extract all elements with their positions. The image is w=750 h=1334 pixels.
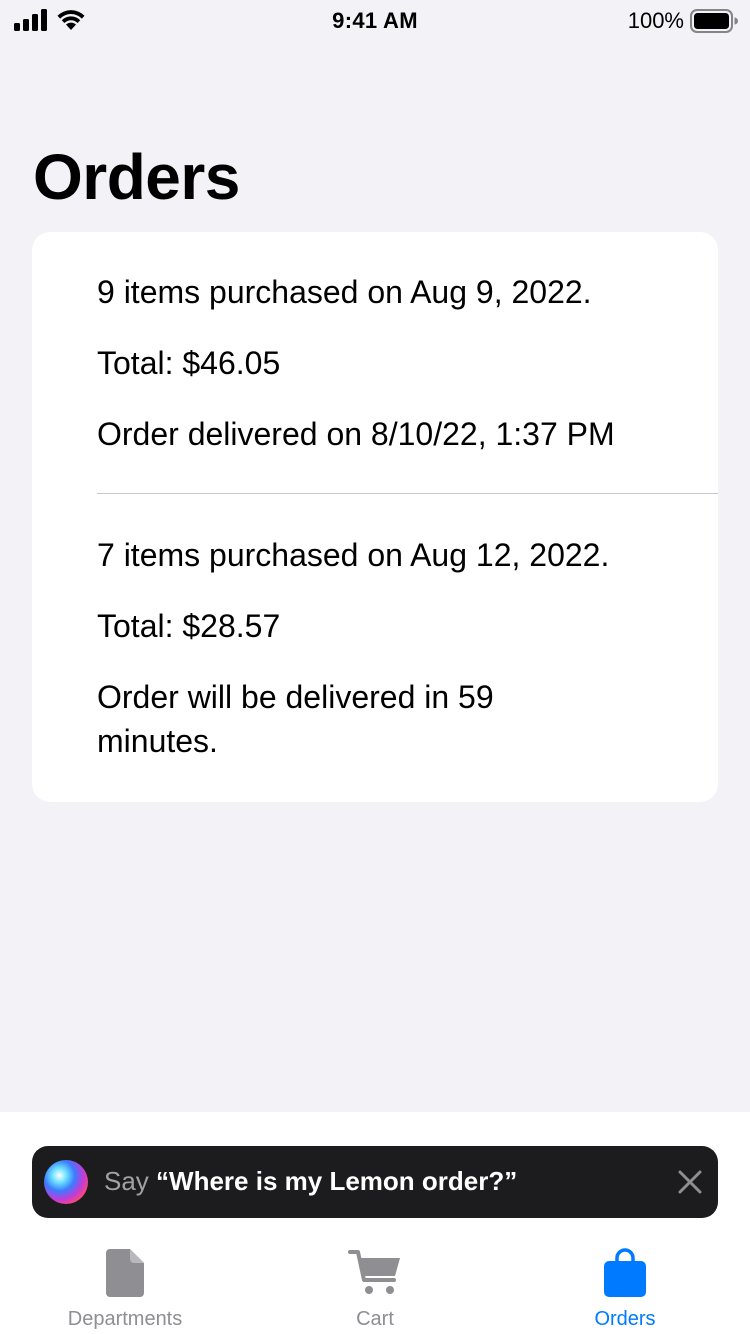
tab-label: Cart <box>356 1308 394 1330</box>
status-bar: 9:41 AM 100% <box>0 0 750 40</box>
battery-percent: 100% <box>627 8 684 33</box>
battery-icon <box>690 9 738 33</box>
order-status: Order will be delivered in 59 minutes. <box>97 679 494 759</box>
tab-cart[interactable]: Cart <box>250 1242 500 1334</box>
bottom-area: Say “Where is my Lemon order?” Departmen… <box>0 1112 750 1334</box>
siri-icon <box>44 1160 88 1204</box>
tab-label: Departments <box>67 1308 183 1330</box>
order-status: Order delivered on 8/10/22, 1:37 PM <box>97 416 615 452</box>
bag-icon <box>604 1248 646 1297</box>
tab-bar: Departments Cart Orders <box>0 1242 750 1334</box>
tab-orders[interactable]: Orders <box>500 1242 750 1334</box>
siri-phrase: “Where is my Lemon order?” <box>156 1166 518 1196</box>
order-total: Total: $46.05 <box>97 345 281 381</box>
order-total: Total: $28.57 <box>97 608 281 644</box>
order-summary: 7 items purchased on Aug 12, 2022. <box>97 537 610 573</box>
tab-departments[interactable]: Departments <box>0 1242 250 1334</box>
siri-say-label: Say <box>104 1166 149 1196</box>
orders-list: 9 items purchased on Aug 9, 2022. Total:… <box>32 232 718 802</box>
order-divider <box>97 493 718 494</box>
order-summary: 9 items purchased on Aug 9, 2022. <box>97 274 592 310</box>
siri-suggestion-banner[interactable]: Say “Where is my Lemon order?” <box>32 1146 718 1218</box>
document-icon <box>106 1249 144 1297</box>
close-icon[interactable] <box>676 1168 704 1196</box>
battery-status: 100% <box>628 8 738 34</box>
siri-suggestion-text: Say “Where is my Lemon order?” <box>104 1166 517 1197</box>
cart-icon <box>348 1250 400 1294</box>
tab-label: Orders <box>594 1308 656 1330</box>
page-title: Orders <box>33 141 240 213</box>
